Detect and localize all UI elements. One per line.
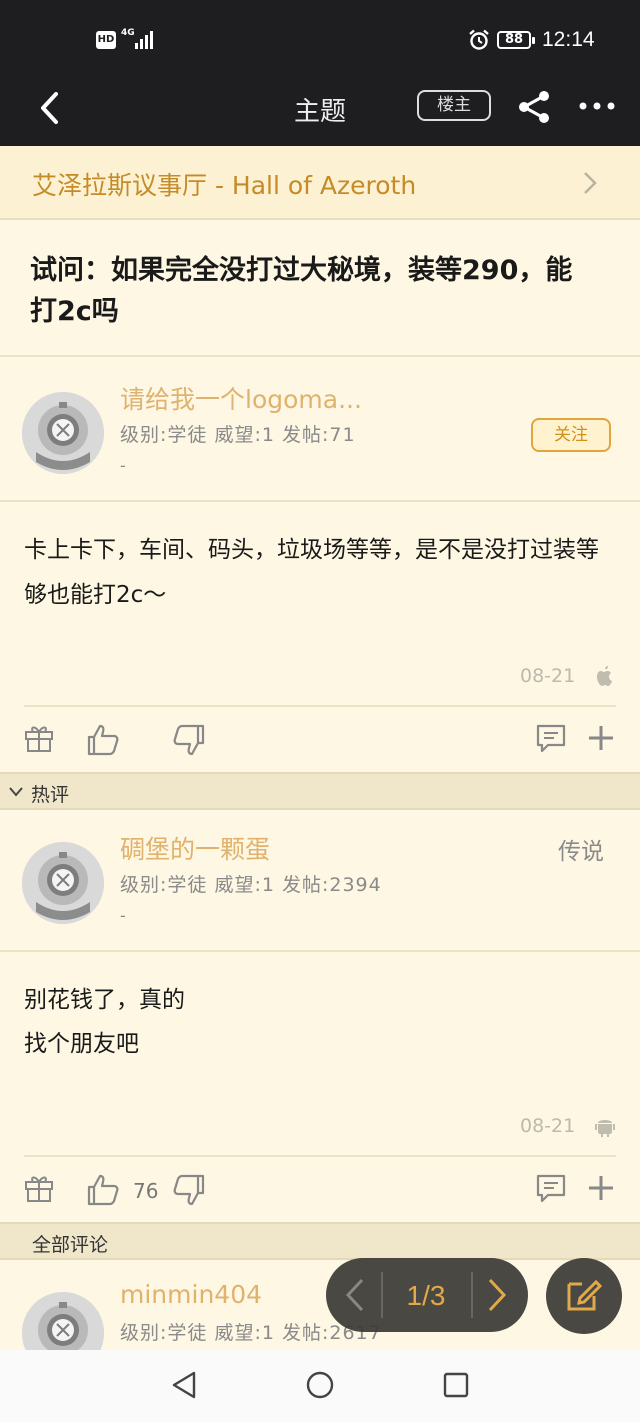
plus-icon[interactable] <box>584 721 618 755</box>
divider <box>24 1155 616 1157</box>
rank-badge: 传说 <box>558 839 604 865</box>
all-comments-header: 全部评论 <box>0 1222 640 1260</box>
username[interactable]: 碉堡的一颗蛋 <box>120 830 270 866</box>
section-label: 热评 <box>31 784 70 806</box>
op-only-button[interactable]: 楼主 <box>417 90 491 121</box>
apple-icon <box>597 666 612 686</box>
user-meta: 级别:学徒 威望:1 发帖:2394 <box>120 874 382 896</box>
share-icon[interactable] <box>516 90 554 124</box>
diving-helmet-icon <box>22 842 104 924</box>
user-signature: - <box>120 456 126 475</box>
section-label: 全部评论 <box>32 1234 109 1256</box>
post-date: 08-21 <box>520 665 576 687</box>
divider <box>0 500 640 502</box>
page-indicator[interactable]: 1/3 <box>383 1280 469 1312</box>
plus-icon[interactable] <box>584 1171 618 1205</box>
chevron-down-icon <box>9 787 23 797</box>
chevron-left-icon[interactable] <box>340 1276 370 1314</box>
thumbs-down-icon[interactable] <box>172 1173 206 1207</box>
page-navigator: 1/3 <box>326 1258 528 1332</box>
like-count: 76 <box>133 1179 159 1203</box>
signal-icon <box>135 31 153 49</box>
edit-icon <box>567 1279 602 1311</box>
battery-indicator: 88 <box>497 31 535 49</box>
alarm-icon <box>469 29 489 50</box>
user-signature: - <box>120 906 126 925</box>
divider <box>471 1272 473 1318</box>
gift-icon[interactable] <box>22 721 56 755</box>
status-bar: HD 4G 88 12:14 <box>0 0 640 80</box>
thumbs-up-icon[interactable] <box>86 723 120 757</box>
system-recents-icon[interactable] <box>442 1370 470 1400</box>
thumbs-up-icon[interactable] <box>86 1173 120 1207</box>
gift-icon[interactable] <box>22 1171 56 1205</box>
post-content: 卡上卡下，车间、码头，垃圾场等等，是不是没打过装等够也能打2c～ <box>24 537 599 608</box>
system-nav-bar <box>0 1350 640 1422</box>
more-options-icon[interactable] <box>578 96 616 116</box>
forum-name: 艾泽拉斯议事厅 - Hall of Azeroth <box>32 171 417 200</box>
follow-button[interactable]: 关注 <box>531 418 611 452</box>
username[interactable]: minmin404 <box>120 1280 262 1309</box>
chevron-right-icon[interactable] <box>482 1276 512 1314</box>
clock: 12:14 <box>542 28 595 51</box>
avatar[interactable] <box>22 392 104 474</box>
thread-title: 试问：如果完全没打过大秘境，装等290，能打2c吗 <box>30 255 573 327</box>
reply-line: 找个朋友吧 <box>24 1031 139 1057</box>
thumbs-down-icon[interactable] <box>172 723 206 757</box>
reply-date: 08-21 <box>520 1115 576 1137</box>
reply-line: 别花钱了，真的 <box>24 987 185 1013</box>
avatar[interactable] <box>22 842 104 924</box>
reply-button[interactable] <box>546 1258 622 1334</box>
network-type: 4G <box>121 28 135 38</box>
system-home-icon[interactable] <box>305 1370 335 1400</box>
divider <box>0 355 640 357</box>
comment-icon[interactable] <box>534 721 568 755</box>
hot-replies-header[interactable]: 热评 <box>0 772 640 810</box>
user-meta: 级别:学徒 威望:1 发帖:71 <box>120 424 356 446</box>
hd-indicator: HD <box>96 31 116 49</box>
system-back-icon[interactable] <box>170 1370 198 1400</box>
chevron-right-icon <box>584 172 597 194</box>
diving-helmet-icon <box>22 392 104 474</box>
username[interactable]: 请给我一个logoma... <box>120 380 362 416</box>
android-icon <box>595 1120 615 1137</box>
top-nav-bar: 主题 楼主 <box>0 80 640 146</box>
forum-link[interactable]: 艾泽拉斯议事厅 - Hall of Azeroth <box>0 146 640 220</box>
divider <box>0 950 640 952</box>
comment-icon[interactable] <box>534 1171 568 1205</box>
divider <box>24 705 616 707</box>
